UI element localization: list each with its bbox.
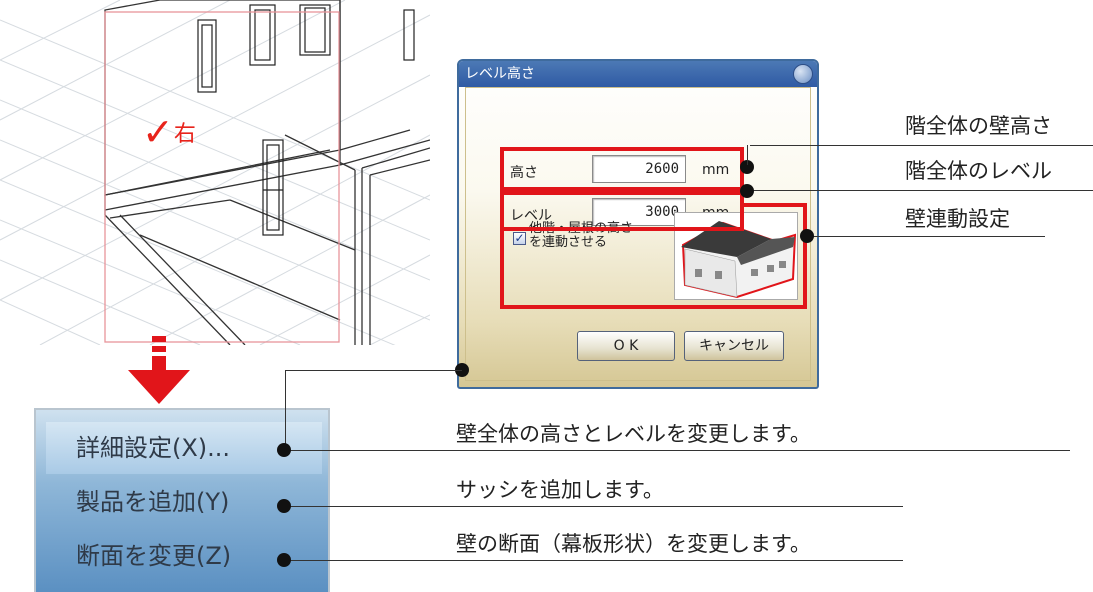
link-highlight-top [744,203,807,209]
callout-line [290,450,1070,451]
callout-menu-add: サッシを追加します。 [456,478,664,502]
callout-line [808,236,1045,237]
callout-line [747,145,748,165]
wireframe-drawing [0,0,430,345]
callout-wall-link: 壁連動設定 [905,207,1010,231]
callout-dot [740,184,754,198]
callout-dot [277,499,291,513]
cancel-button[interactable]: キャンセル [684,331,784,361]
callout-line [750,145,1093,146]
callout-dot [277,553,291,567]
dialog-titlebar[interactable]: レベル高さ [459,61,817,87]
checkmark-icon: ✓ [142,110,174,154]
callout-wall-height: 階全体の壁高さ [905,114,1052,138]
callout-dot [800,229,814,243]
callout-line [285,370,462,371]
callout-line [285,370,286,450]
direction-text: 右 [173,122,196,147]
down-arrow-icon [128,336,190,404]
close-icon[interactable] [793,64,813,84]
height-highlight-box [500,147,744,191]
callout-menu-section: 壁の断面（幕板形状）を変更します。 [456,532,811,556]
callout-line [290,506,903,507]
callout-dot [277,443,291,457]
ok-button[interactable]: O K [577,331,675,361]
callout-menu-detail: 壁全体の高さとレベルを変更します。 [456,422,811,446]
callout-level: 階全体のレベル [905,159,1052,183]
cad-3d-view[interactable]: ✓右 [0,0,430,345]
link-highlight-box [500,203,807,309]
dialog-title: レベル高さ [465,66,535,82]
callout-line [290,560,903,561]
callout-line [750,190,1093,191]
direction-label: ✓右 [142,110,196,154]
